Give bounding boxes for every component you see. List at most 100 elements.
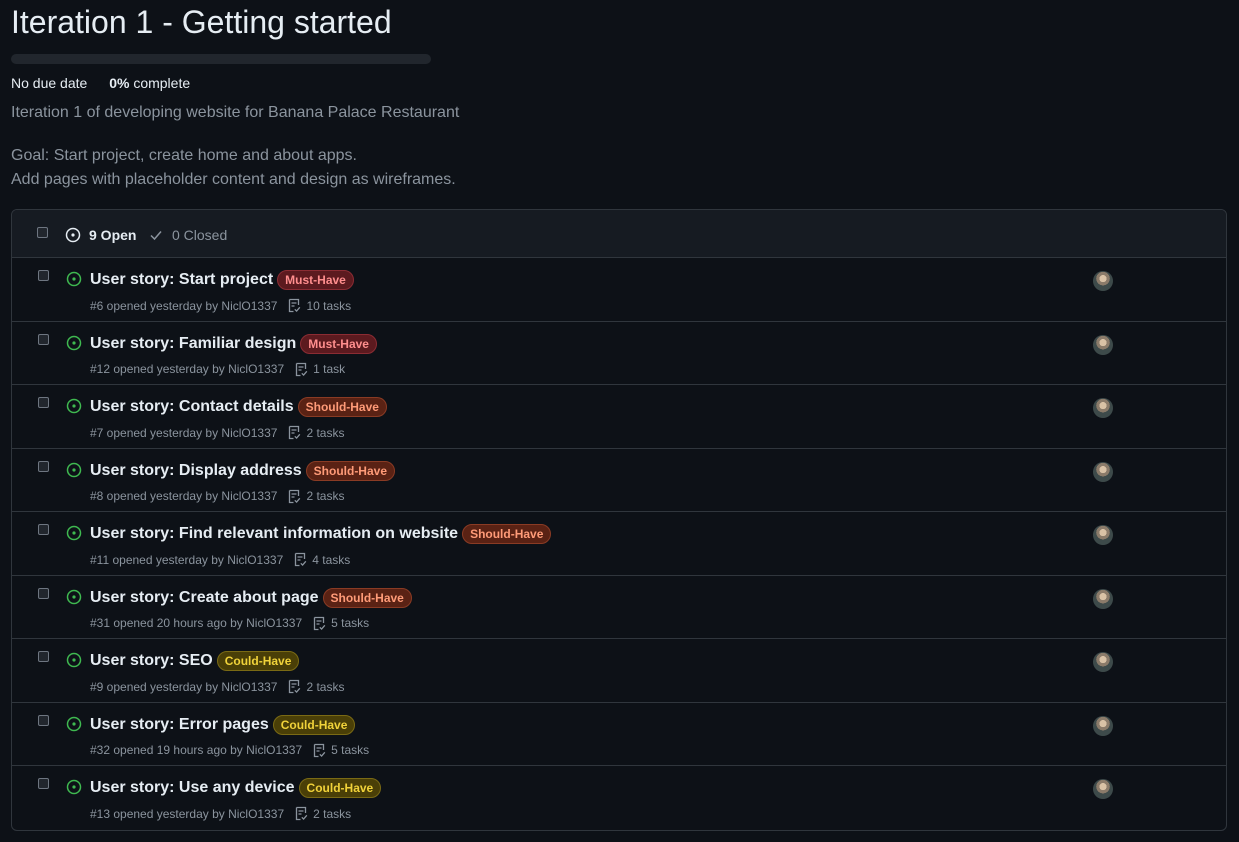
priority-label[interactable]: Could-Have: [216, 651, 300, 671]
progress-bar: [11, 54, 431, 64]
checklist-icon: [289, 679, 301, 694]
task-count-text: 2 tasks: [306, 679, 345, 694]
issue-rows: User story: Start project Must-Have #6 o…: [12, 258, 1226, 830]
issue-title[interactable]: User story: SEO: [90, 652, 213, 670]
issue-row[interactable]: User story: Error pages Could-Have #32 o…: [12, 703, 1226, 766]
assignee-avatar[interactable]: [1093, 334, 1113, 355]
check-icon: [150, 231, 162, 241]
issue-row[interactable]: User story: Create about page Should-Hav…: [12, 576, 1226, 639]
assignee-avatar[interactable]: [1093, 271, 1113, 291]
closed-filter[interactable]: 0 Closed: [149, 227, 227, 243]
assignee-avatar[interactable]: [1093, 461, 1113, 482]
issue-meta: #31 opened 20 hours ago by NiclO1337: [90, 616, 303, 630]
issue-checkbox[interactable]: [38, 460, 49, 472]
priority-label[interactable]: Should-Have: [462, 524, 552, 544]
priority-label[interactable]: Should-Have: [297, 397, 387, 417]
task-count: 2 tasks: [287, 489, 344, 504]
issue-meta: #6 opened yesterday by NiclO1337: [90, 298, 278, 313]
percent-complete: 0%: [109, 75, 130, 91]
issue-checkbox[interactable]: [38, 333, 49, 345]
task-count: 5 tasks: [312, 743, 369, 758]
open-count: 9 Open: [89, 227, 137, 243]
priority-label[interactable]: Could-Have: [272, 714, 356, 735]
task-count-text: 5 tasks: [331, 616, 370, 630]
issue-meta: #9 opened yesterday by NiclO1337: [90, 679, 278, 694]
issue-meta: #12 opened yesterday by NiclO1337: [90, 362, 285, 376]
priority-label[interactable]: Should-Have: [322, 587, 412, 608]
complete-word: complete: [133, 75, 191, 91]
task-count: 2 tasks: [294, 806, 351, 821]
issue-title[interactable]: User story: Use any device: [90, 779, 295, 797]
issue-meta: #7 opened yesterday by NiclO1337: [90, 425, 278, 440]
due-date: No due date: [11, 75, 88, 91]
assignee-avatar[interactable]: [1093, 525, 1113, 545]
issue-title[interactable]: User story: Error pages: [90, 716, 269, 734]
milestone-goal: Goal: Start project, create home and abo…: [11, 144, 456, 192]
issue-checkbox[interactable]: [38, 270, 49, 281]
assignee-avatar[interactable]: [1093, 652, 1113, 672]
priority-label[interactable]: Must-Have: [277, 270, 354, 290]
issue-checkbox[interactable]: [38, 651, 49, 662]
task-count-text: 5 tasks: [331, 743, 370, 757]
issue-title[interactable]: User story: Contact details: [90, 398, 294, 416]
issue-open-icon: [66, 525, 82, 541]
issue-title[interactable]: User story: Create about page: [90, 589, 319, 607]
checklist-icon: [314, 743, 326, 757]
issues-list: 9 Open 0 Closed User story: Start projec…: [11, 209, 1227, 831]
checklist-icon: [295, 806, 308, 821]
issue-row[interactable]: User story: Find relevant information on…: [12, 512, 1226, 576]
issue-row[interactable]: User story: Use any device Could-Have #1…: [12, 766, 1226, 830]
priority-label[interactable]: Could-Have: [298, 778, 382, 798]
issue-row[interactable]: User story: Familiar design Must-Have #1…: [12, 322, 1226, 385]
goal-line: Goal: Start project, create home and abo…: [11, 147, 357, 164]
issue-meta: #11 opened yesterday by NiclO1337: [90, 552, 284, 567]
issue-row[interactable]: User story: Contact details Should-Have …: [12, 385, 1226, 449]
task-count-text: 2 tasks: [313, 806, 352, 821]
task-count: 2 tasks: [287, 425, 344, 440]
checklist-icon: [289, 298, 301, 313]
issue-open-icon: [66, 589, 82, 604]
issue-checkbox[interactable]: [38, 397, 49, 408]
milestone-meta: No due date 0% complete: [11, 75, 190, 91]
priority-label[interactable]: Should-Have: [305, 460, 395, 481]
issue-checkbox[interactable]: [38, 778, 49, 789]
task-count-text: 2 tasks: [306, 489, 345, 503]
issue-open-icon: [65, 227, 81, 243]
issue-open-icon: [66, 779, 82, 795]
goal-line: Add pages with placeholder content and d…: [11, 171, 456, 188]
issues-list-header: 9 Open 0 Closed: [12, 210, 1226, 258]
assignee-avatar[interactable]: [1093, 715, 1113, 736]
issue-row[interactable]: User story: SEO Could-Have #9 opened yes…: [12, 639, 1226, 703]
issue-open-icon: [66, 716, 82, 731]
issue-row[interactable]: User story: Start project Must-Have #6 o…: [12, 258, 1226, 322]
assignee-avatar[interactable]: [1093, 588, 1113, 609]
issue-meta: #13 opened yesterday by NiclO1337: [90, 806, 285, 821]
select-all-checkbox[interactable]: [37, 227, 48, 238]
issue-title[interactable]: User story: Find relevant information on…: [90, 525, 458, 543]
assignee-avatar[interactable]: [1093, 398, 1113, 418]
task-count: 2 tasks: [287, 679, 344, 694]
task-count: 10 tasks: [287, 298, 351, 313]
issue-meta: #32 opened 19 hours ago by NiclO1337: [90, 743, 303, 757]
closed-count: 0 Closed: [172, 227, 228, 243]
task-count-text: 10 tasks: [306, 298, 352, 313]
open-filter[interactable]: 9 Open: [65, 227, 136, 243]
issue-meta: #8 opened yesterday by NiclO1337: [90, 489, 278, 503]
priority-label[interactable]: Must-Have: [300, 333, 377, 354]
issue-title[interactable]: User story: Familiar design: [90, 335, 296, 353]
checklist-icon: [295, 362, 308, 376]
issue-title[interactable]: User story: Display address: [90, 462, 302, 480]
checklist-icon: [314, 616, 326, 630]
checklist-icon: [295, 552, 307, 567]
issue-checkbox[interactable]: [38, 587, 49, 599]
checklist-icon: [289, 425, 301, 440]
issue-title[interactable]: User story: Start project: [90, 271, 273, 289]
task-count: 1 task: [294, 362, 345, 377]
issue-checkbox[interactable]: [38, 714, 49, 726]
assignee-avatar[interactable]: [1093, 779, 1113, 799]
task-count: 4 tasks: [293, 552, 350, 567]
issue-row[interactable]: User story: Display address Should-Have …: [12, 449, 1226, 512]
issue-open-icon: [66, 271, 82, 287]
issue-open-icon: [66, 335, 82, 350]
issue-checkbox[interactable]: [38, 524, 49, 535]
